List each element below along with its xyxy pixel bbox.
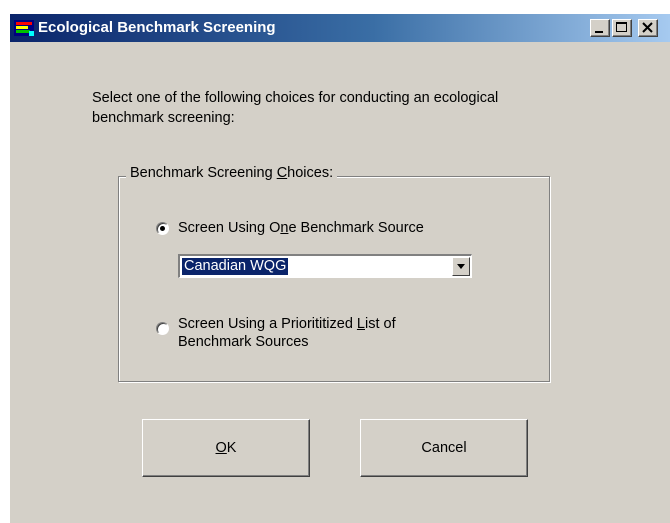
benchmark-source-select[interactable]: Canadian WQG — [178, 254, 472, 278]
chevron-down-icon — [457, 264, 465, 269]
instruction-text: Select one of the following choices for … — [92, 88, 592, 128]
minimize-button[interactable] — [590, 19, 610, 37]
maximize-button[interactable] — [612, 19, 632, 37]
radio-prioritized-list[interactable] — [156, 322, 169, 335]
close-icon — [642, 22, 653, 33]
dropdown-button[interactable] — [452, 257, 470, 276]
radio-one-source[interactable] — [156, 222, 169, 235]
window-title: Ecological Benchmark Screening — [38, 19, 276, 36]
close-button[interactable] — [638, 19, 658, 37]
instruction-line-2: benchmark screening: — [92, 110, 235, 126]
benchmark-source-value: Canadian WQG — [182, 258, 289, 275]
group-legend: Benchmark Screening Choices: — [126, 165, 338, 181]
screening-choices-group — [118, 176, 550, 382]
instruction-line-1: Select one of the following choices for … — [92, 90, 499, 106]
minimize-icon — [595, 31, 603, 33]
radio-selected-dot — [160, 226, 165, 231]
dialog-window: Ecological Benchmark Screening Select on… — [8, 12, 670, 523]
maximize-icon — [616, 22, 627, 32]
radio-prioritized-list-label[interactable]: Screen Using a Priorititized List of Ben… — [178, 315, 396, 351]
app-icon — [14, 20, 34, 36]
radio-one-source-label[interactable]: Screen Using One Benchmark Source — [178, 219, 424, 237]
title-bar[interactable]: Ecological Benchmark Screening — [10, 14, 670, 42]
cancel-button[interactable]: Cancel — [360, 419, 528, 477]
ok-button[interactable]: OK — [142, 419, 310, 477]
